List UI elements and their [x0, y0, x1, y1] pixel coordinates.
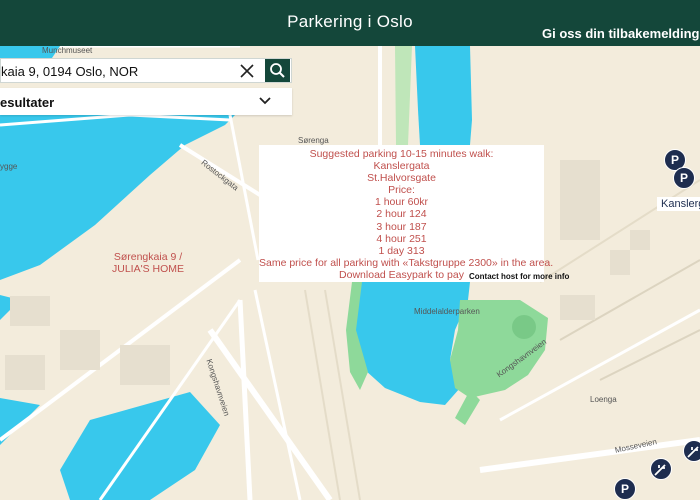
results-dropdown[interactable]: esultater: [0, 88, 292, 115]
popup-line: Price:: [388, 184, 415, 197]
label-ygge: ygge: [0, 162, 18, 171]
ev-charging-marker[interactable]: [650, 458, 672, 480]
home-label-line1: Sørengkaia 9 /: [113, 251, 183, 263]
popup-line: 2 hour 124: [376, 208, 427, 221]
popup-line: 4 hour 251: [376, 232, 427, 245]
popup-line: Same price for all parking with «Takstgr…: [259, 256, 554, 269]
popup-line: Suggested parking 10-15 minutes walk:: [309, 148, 494, 160]
contact-host-text: Contact host for more info: [469, 272, 570, 281]
feedback-link[interactable]: Gi oss din tilbakemelding p: [542, 26, 700, 41]
search-icon: [270, 63, 285, 78]
search-input[interactable]: kaia 9, 0194 Oslo, NOR: [1, 64, 138, 79]
chevron-down-icon[interactable]: [258, 96, 272, 106]
popup-line: 1 hour 60kr: [374, 196, 429, 209]
address-search-box: kaia 9, 0194 Oslo, NOR: [0, 58, 292, 83]
label-munchmuseet: Munchmuseet: [42, 46, 93, 55]
search-button[interactable]: [265, 59, 290, 82]
parking-info-popup: Suggested parking 10-15 minutes walk: Ka…: [259, 145, 554, 282]
parking-marker[interactable]: P: [673, 167, 695, 189]
popup-line: 1 day 313: [378, 244, 425, 257]
close-icon[interactable]: [239, 63, 255, 79]
popup-line: 3 hour 187: [376, 220, 427, 233]
kanslergata-label[interactable]: Kanslerg: [657, 197, 700, 211]
app-header: Parkering i Oslo Gi oss din tilbakemeldi…: [0, 0, 700, 46]
plug-icon: [654, 464, 666, 476]
label-loenga: Loenga: [590, 395, 617, 404]
ev-charging-marker[interactable]: [683, 440, 700, 462]
home-label-line2: JULIA'S HOME: [111, 263, 185, 275]
popup-line: St.Halvorsgate: [367, 172, 436, 185]
label-middelalderparken: Middelalderparken: [414, 307, 480, 316]
popup-line: Kanslergata: [373, 160, 430, 173]
label-sorenga: Sørenga: [298, 136, 329, 145]
parking-marker[interactable]: P: [614, 478, 636, 500]
home-location-label[interactable]: Sørengkaia 9 / JULIA'S HOME: [108, 251, 188, 275]
plug-icon: [687, 446, 699, 458]
results-label: esultater: [0, 95, 55, 110]
